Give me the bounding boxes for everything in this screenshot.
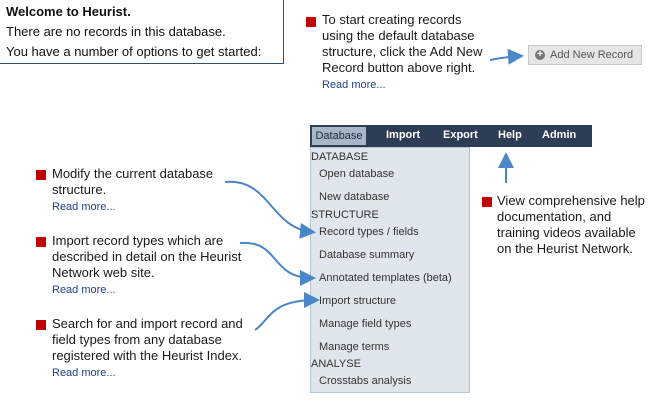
arrow-to-import-structure bbox=[254, 292, 320, 331]
callout-arrows bbox=[224, 48, 524, 331]
arrow-to-add-button bbox=[489, 48, 524, 65]
arrow-to-record-types bbox=[224, 180, 316, 239]
arrow-to-annotated-templates bbox=[239, 241, 316, 286]
